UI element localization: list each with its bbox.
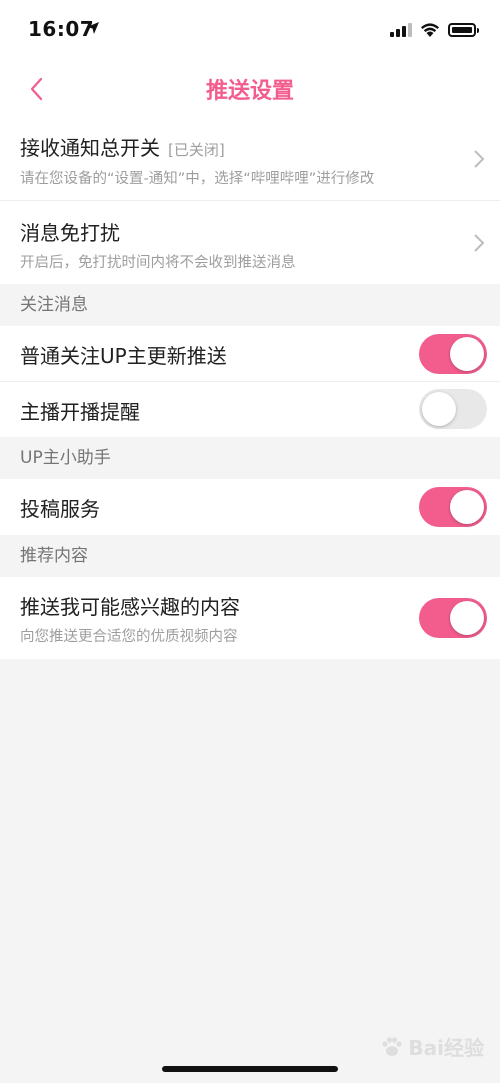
recommend-push-toggle[interactable]: [419, 598, 487, 638]
recommend-group: 推送我可能感兴趣的内容 向您推送更合适您的优质视频内容: [0, 577, 500, 659]
page-title: 推送设置: [205, 79, 294, 104]
recommend-push-row: 推送我可能感兴趣的内容 向您推送更合适您的优质视频内容: [0, 577, 500, 659]
submission-service-toggle[interactable]: [419, 487, 487, 527]
row-title: 主播开播提醒: [20, 400, 140, 424]
status-time: 16:07: [28, 17, 95, 41]
follow-settings-group: 普通关注UP主更新推送 主播开播提醒: [0, 326, 500, 437]
live-reminder-row: 主播开播提醒: [0, 382, 500, 437]
row-title: 消息免打扰: [20, 221, 120, 245]
status-tag: [已关闭]: [168, 141, 225, 159]
battery-icon: [448, 23, 479, 37]
up-assistant-group: 投稿服务: [0, 479, 500, 535]
row-title: 推送我可能感兴趣的内容: [20, 595, 240, 619]
follow-update-push-row: 普通关注UP主更新推送: [0, 326, 500, 382]
home-indicator[interactable]: [162, 1066, 338, 1072]
live-reminder-toggle[interactable]: [419, 389, 487, 429]
section-header-up-assistant: UP主小助手: [20, 448, 111, 468]
general-settings-group: 接收通知总开关 [已关闭] 请在您设备的“设置-通知”中，选择“哔哩哔哩”进行修改…: [0, 118, 500, 284]
chevron-right-icon: [474, 234, 485, 252]
follow-update-push-toggle[interactable]: [419, 334, 487, 374]
row-title-text: 接收通知总开关: [20, 136, 160, 160]
watermark-text: Bai经验: [408, 1036, 484, 1060]
location-arrow-icon: [87, 22, 99, 34]
paw-logo-icon: [382, 1036, 402, 1056]
nav-bar: 推送设置: [0, 60, 500, 118]
signal-icon: [390, 23, 412, 37]
status-indicators: [390, 21, 479, 39]
status-bar: 16:07: [0, 0, 500, 60]
watermark: Bai经验: [379, 1032, 484, 1061]
submission-service-row: 投稿服务: [0, 479, 500, 535]
row-title: 普通关注UP主更新推送: [20, 344, 227, 368]
section-header-recommend: 推荐内容: [20, 546, 88, 566]
row-title: 接收通知总开关 [已关闭]: [20, 132, 225, 161]
notification-master-switch-row[interactable]: 接收通知总开关 [已关闭] 请在您设备的“设置-通知”中，选择“哔哩哔哩”进行修改: [0, 118, 500, 201]
row-subtitle: 开启后，免打扰时间内将不会收到推送消息: [20, 255, 296, 271]
row-subtitle: 请在您设备的“设置-通知”中，选择“哔哩哔哩”进行修改: [20, 171, 375, 187]
chevron-right-icon: [474, 150, 485, 168]
wifi-icon: [421, 23, 439, 37]
row-subtitle: 向您推送更合适您的优质视频内容: [20, 629, 238, 645]
section-header-follow: 关注消息: [20, 295, 88, 315]
row-title: 投稿服务: [20, 497, 100, 521]
do-not-disturb-row[interactable]: 消息免打扰 开启后，免打扰时间内将不会收到推送消息: [0, 201, 500, 284]
